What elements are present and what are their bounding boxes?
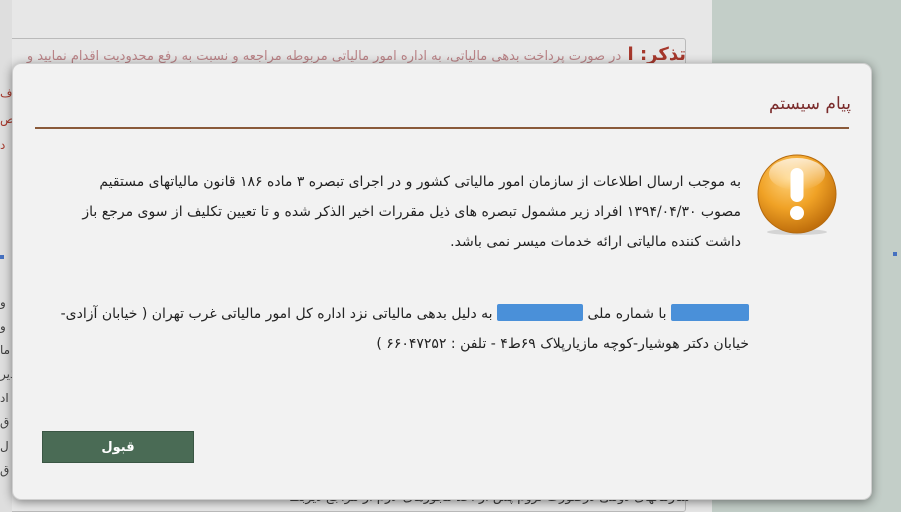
exclamation-icon [755,152,839,236]
restriction-message: به موجب ارسال اطلاعات از سازمان امور مال… [82,174,741,250]
accept-button[interactable]: قبول [42,431,194,463]
title-divider [35,127,849,129]
redacted-name [671,304,749,321]
debt-text-national-id-label: با شماره ملی [587,306,667,322]
redacted-national-id [497,304,584,321]
dialog-title: پیام سیستم [769,94,851,114]
debt-message: با شماره ملی به دلیل بدهی مالیاتی نزد اد… [53,299,749,359]
system-message-dialog: پیام سیستم به موجب ارسال اطلاعات از سازم… [12,63,872,500]
